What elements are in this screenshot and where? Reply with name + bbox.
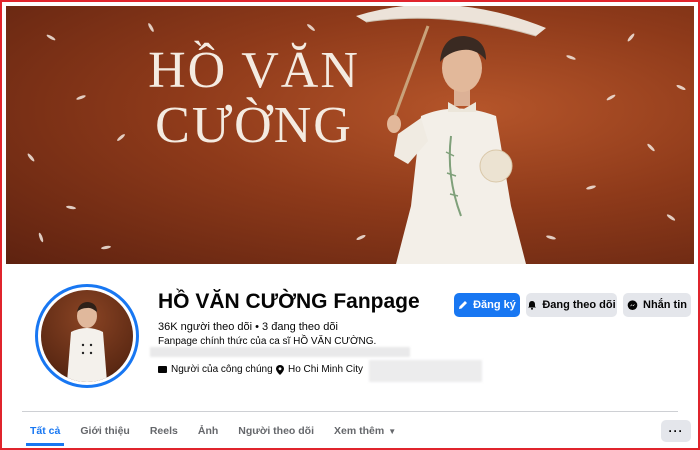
tab-all[interactable]: Tất cả: [20, 418, 70, 446]
avatar-person-illustration: [67, 302, 107, 382]
tab-photos[interactable]: Ảnh: [188, 418, 228, 444]
cover-photo[interactable]: HỒ VĂN CƯỜNG: [6, 6, 694, 264]
follower-count[interactable]: 36K người theo dõi • 3 đang theo dõi: [158, 321, 338, 333]
location-label: Ho Chi Minh City: [288, 364, 364, 375]
caret-down-icon: ▼: [388, 426, 397, 436]
redacted-text: [369, 360, 482, 382]
avatar-photo: [41, 290, 133, 382]
feather-decoration: [666, 213, 676, 222]
page-bio: Fanpage chính thức của ca sĩ HỒ VĂN CƯỜN…: [158, 336, 377, 347]
feather-decoration: [100, 245, 112, 250]
feather-decoration: [37, 232, 45, 243]
feather-decoration: [65, 205, 77, 210]
following-button[interactable]: Đang theo dõi: [526, 293, 617, 317]
message-button[interactable]: Nhắn tin: [623, 293, 691, 317]
category-icon: [158, 366, 167, 373]
feather-decoration: [306, 23, 316, 32]
page-category: Người của công chúng: [158, 364, 273, 375]
register-label: Đăng ký: [473, 299, 516, 311]
feather-decoration: [605, 93, 617, 102]
message-label: Nhắn tin: [643, 299, 687, 311]
feather-decoration: [26, 152, 36, 163]
feather-decoration: [585, 184, 597, 191]
feather-decoration: [147, 22, 155, 33]
page-title: HỒ VĂN CƯỜNG Fanpage: [158, 290, 420, 313]
tab-about[interactable]: Giới thiệu: [70, 418, 139, 444]
divider: [22, 411, 678, 412]
singer-illustration: [356, 6, 546, 264]
tab-reels[interactable]: Reels: [140, 418, 188, 444]
feather-decoration: [116, 133, 126, 142]
tab-see-more[interactable]: Xem thêm ▼: [324, 418, 406, 444]
feather-decoration: [626, 32, 636, 43]
see-more-label: Xem thêm: [334, 425, 385, 437]
category-label: Người của công chúng: [171, 364, 273, 375]
location-pin-icon: [276, 364, 284, 375]
more-options-button[interactable]: ···: [661, 420, 691, 442]
messenger-icon: [627, 299, 638, 310]
register-button[interactable]: Đăng ký: [454, 293, 520, 317]
feather-decoration: [45, 33, 57, 42]
redacted-text: [150, 347, 410, 357]
tab-followers[interactable]: Người theo dõi: [228, 418, 324, 444]
following-label: Đang theo dõi: [542, 299, 616, 311]
feather-decoration: [75, 94, 87, 101]
bell-icon: [528, 301, 537, 310]
pencil-icon: [459, 301, 468, 309]
avatar[interactable]: [35, 284, 139, 388]
tab-bar: Tất cả Giới thiệu Reels Ảnh Người theo d…: [20, 418, 406, 446]
page-location: Ho Chi Minh City: [276, 364, 363, 375]
feather-decoration: [646, 142, 656, 153]
feather-decoration: [675, 84, 687, 91]
